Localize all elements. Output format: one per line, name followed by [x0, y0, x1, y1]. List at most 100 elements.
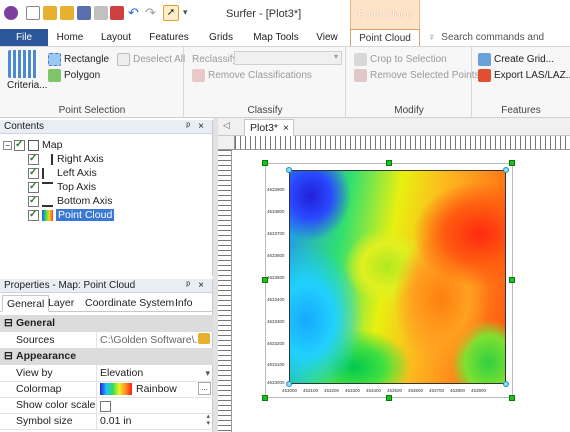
selection-handle[interactable] [386, 395, 392, 401]
checkbox-bottom-axis[interactable] [28, 194, 39, 208]
y-tick-label: 4633800 [267, 209, 285, 214]
title-bar: ↶ ↷ ➚ ▾ Surfer - [Plot3*] [0, 0, 570, 29]
print-icon[interactable] [94, 6, 108, 20]
polygon-button[interactable]: Polygon [48, 69, 100, 82]
selection-handle[interactable] [509, 277, 515, 283]
tree-item-left-axis[interactable]: Left Axis [28, 166, 97, 180]
collapse-icon[interactable]: ⊟ [4, 315, 13, 332]
checkbox-point-cloud[interactable] [28, 208, 39, 222]
tree-item-right-axis[interactable]: Right Axis [28, 152, 104, 166]
pin-icon[interactable]: ᵖ [186, 279, 190, 293]
new-icon[interactable] [26, 6, 40, 20]
row-view-by: View by Elevation ▾ [0, 365, 213, 382]
save-icon[interactable] [77, 6, 91, 20]
axis-handle[interactable] [503, 381, 509, 387]
show-color-scale-checkbox[interactable] [100, 400, 111, 412]
customize-qa-icon[interactable]: ▾ [183, 7, 188, 18]
create-grid-label: Create Grid... [494, 54, 555, 66]
view-by-select[interactable]: Elevation [96, 365, 213, 381]
selection-handle[interactable] [262, 160, 268, 166]
tab-features[interactable]: Features [148, 29, 190, 46]
section-appearance[interactable]: ⊟ Appearance [0, 348, 213, 365]
tree-item-map[interactable]: − Map [3, 138, 62, 152]
tab-layout[interactable]: Layout [99, 29, 133, 46]
reclassify-dropdown[interactable]: ▾ [234, 51, 342, 65]
x-tick-label: 453500 [387, 388, 403, 393]
x-tick-label: 453200 [324, 388, 340, 393]
selection-handle[interactable] [509, 395, 515, 401]
document-tab-plot3[interactable]: Plot3* × [244, 119, 294, 136]
tree-item-point-cloud[interactable]: Point Cloud [28, 208, 115, 222]
vertical-ruler [218, 150, 232, 432]
x-tick-label: 453600 [408, 388, 424, 393]
tab-layer[interactable]: Layer [48, 297, 74, 309]
create-grid-button[interactable]: Create Grid... [478, 53, 554, 66]
checkbox-right-axis[interactable] [28, 152, 39, 166]
context-tab-header-label: Point Cloud [357, 9, 413, 21]
deselect-all-button[interactable]: Deselect All [117, 53, 185, 66]
tree-item-bottom-axis[interactable]: Bottom Axis [28, 194, 112, 208]
search-box[interactable]: ♀ Search commands and Help... [428, 31, 570, 57]
collapse-icon[interactable]: − [3, 141, 12, 150]
tab-view[interactable]: View [313, 29, 341, 46]
spinner-icon[interactable]: ▴ ▾ [206, 413, 210, 427]
tab-map-tools[interactable]: Map Tools [251, 29, 301, 46]
tree-label-point-cloud: Point Cloud [56, 209, 115, 221]
checkbox-map[interactable] [14, 138, 25, 152]
polygon-select-icon [48, 69, 61, 82]
deselect-icon [117, 53, 130, 66]
tree-item-top-axis[interactable]: Top Axis [28, 180, 96, 194]
top-axis-icon [42, 181, 53, 193]
symbol-size-input[interactable]: 0.01 in [96, 413, 213, 429]
checkbox-left-axis[interactable] [28, 166, 39, 180]
tab-file[interactable]: File [0, 29, 48, 46]
remove-classifications-button[interactable]: Remove Classifications [192, 69, 312, 82]
close-icon[interactable]: × [198, 279, 204, 293]
section-general[interactable]: ⊟ General [0, 315, 213, 332]
tab-scroll-left-icon[interactable]: ◁ [223, 120, 230, 131]
tab-grids[interactable]: Grids [206, 29, 236, 46]
app-logo-icon [4, 6, 18, 20]
export-icon[interactable] [110, 6, 124, 20]
selection-handle[interactable] [509, 160, 515, 166]
group-label-features: Features [501, 105, 541, 116]
close-icon[interactable]: × [198, 120, 204, 134]
select-pointer-icon[interactable]: ➚ [163, 5, 179, 21]
selection-handle[interactable] [386, 160, 392, 166]
pin-icon[interactable]: ᵖ [186, 120, 190, 134]
axis-handle[interactable] [286, 167, 292, 173]
checkbox-top-axis[interactable] [28, 180, 39, 194]
lightbulb-icon: ♀ [428, 32, 436, 43]
close-icon[interactable]: × [283, 120, 289, 136]
selection-handle[interactable] [262, 395, 268, 401]
open-folder-icon[interactable] [60, 6, 74, 20]
tab-info[interactable]: Info [175, 297, 193, 309]
crop-to-selection-button[interactable]: Crop to Selection [354, 53, 447, 66]
section-general-label: General [16, 317, 56, 329]
tab-point-cloud[interactable]: Point Cloud [350, 29, 420, 46]
colormap-value[interactable]: Rainbow [96, 381, 213, 397]
tab-general[interactable]: General [2, 295, 50, 312]
folder-icon[interactable] [198, 333, 210, 344]
redo-icon[interactable]: ↷ [145, 6, 159, 20]
x-tick-label: 453700 [429, 388, 445, 393]
rectangle-label: Rectangle [64, 54, 110, 66]
map-border [289, 170, 506, 384]
y-tick-label: 4633500 [267, 275, 285, 280]
sources-value[interactable]: C:\Golden Software\... [96, 332, 213, 348]
collapse-icon[interactable]: ⊟ [4, 348, 13, 365]
criteria-button[interactable]: Criteria... [7, 80, 48, 91]
undo-icon[interactable]: ↶ [128, 6, 142, 20]
tab-coordinate-system[interactable]: Coordinate System [85, 297, 174, 309]
axis-handle[interactable] [503, 167, 509, 173]
export-las-button[interactable]: Export LAS/LAZ... [478, 69, 570, 82]
export-las-label: Export LAS/LAZ... [494, 70, 570, 82]
chevron-down-icon: ▾ [333, 52, 338, 61]
axis-handle[interactable] [286, 381, 292, 387]
rectangle-button[interactable]: Rectangle [48, 53, 109, 66]
chevron-down-icon[interactable]: ▾ [205, 365, 210, 382]
ellipsis-button[interactable]: ... [198, 382, 211, 395]
tab-home[interactable]: Home [55, 29, 85, 46]
open-icon[interactable] [43, 6, 57, 20]
remove-selected-points-button[interactable]: Remove Selected Points [354, 69, 480, 82]
